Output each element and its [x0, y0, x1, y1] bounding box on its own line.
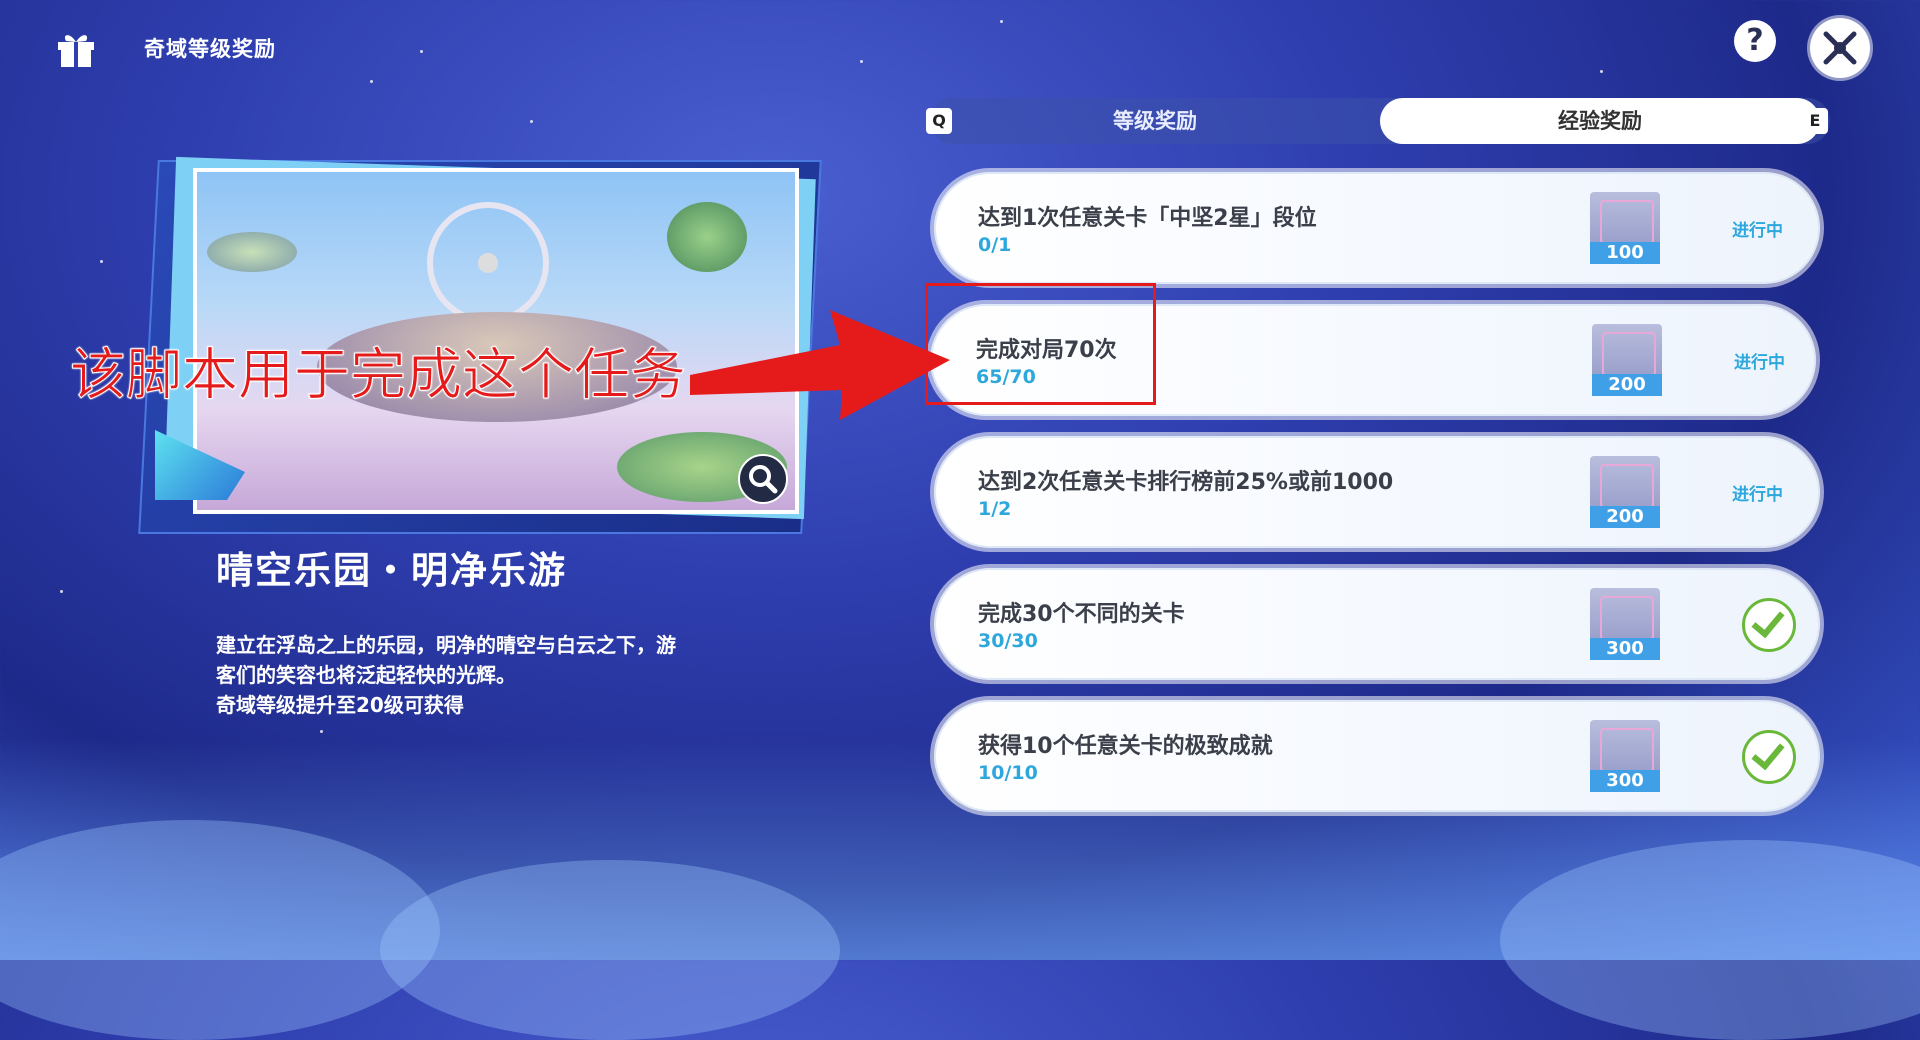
star-icon — [1600, 728, 1654, 772]
page-title: 奇域等级奖励 — [144, 37, 276, 61]
tab-exp-rewards[interactable]: 经验奖励 — [1380, 98, 1820, 144]
key-hint-e: E — [1802, 108, 1828, 134]
task-progress: 0/1 — [978, 234, 1012, 256]
ferris-wheel-illustration — [427, 202, 549, 324]
task-title: 达到1次任意关卡「中坚2星」段位 — [978, 206, 1317, 231]
star-icon — [1600, 200, 1654, 244]
annotation-text: 该脚本用于完成这个任务 — [70, 343, 687, 409]
exp-value: 300 — [1590, 770, 1660, 792]
exp-value: 200 — [1590, 506, 1660, 528]
exp-value: 300 — [1590, 638, 1660, 660]
reward-name: 晴空乐园・明净乐游 — [216, 549, 567, 592]
task-title: 完成30个不同的关卡 — [978, 602, 1185, 627]
close-icon — [1823, 31, 1857, 65]
exp-value: 200 — [1592, 374, 1662, 396]
task-row: 获得10个任意关卡的极致成就 10/10 300 — [934, 700, 1820, 812]
exp-badge: 300 — [1590, 720, 1660, 792]
task-row: 完成30个不同的关卡 30/30 300 — [934, 568, 1820, 680]
check-icon — [1742, 730, 1796, 784]
search-icon — [749, 465, 778, 494]
reward-unlock-condition: 奇域等级提升至20级可获得 — [216, 693, 464, 717]
task-row: 达到1次任意关卡「中坚2星」段位 0/1 100 进行中 — [934, 172, 1820, 284]
task-title: 达到2次任意关卡排行榜前25%或前1000 — [978, 470, 1394, 495]
star-icon — [1600, 464, 1654, 508]
task-status: 进行中 — [1734, 353, 1785, 373]
tab-level-rewards[interactable]: 等级奖励 — [940, 98, 1370, 144]
exp-badge: 100 — [1590, 192, 1660, 264]
task-status: 进行中 — [1732, 485, 1783, 505]
close-button[interactable] — [1810, 18, 1870, 78]
task-progress: 30/30 — [978, 630, 1038, 652]
task-row: 达到2次任意关卡排行榜前25%或前1000 1/2 200 进行中 — [934, 436, 1820, 548]
tab-bar: 等级奖励 经验奖励 — [930, 98, 1830, 144]
cloud — [380, 860, 840, 1040]
star-icon — [1602, 332, 1656, 376]
exp-badge: 300 — [1590, 588, 1660, 660]
gift-icon — [58, 35, 94, 67]
check-icon — [1742, 598, 1796, 652]
reward-description-line: 客们的笑容也将泛起轻快的光辉。 — [216, 663, 516, 687]
island-illustration — [207, 232, 297, 272]
exp-badge: 200 — [1590, 456, 1660, 528]
task-progress: 10/10 — [978, 762, 1038, 784]
task-status: 进行中 — [1732, 221, 1783, 241]
key-hint-q: Q — [926, 108, 952, 134]
help-button[interactable]: ? — [1734, 20, 1776, 62]
exp-value: 100 — [1590, 242, 1660, 264]
zoom-button[interactable] — [738, 454, 788, 504]
task-title: 获得10个任意关卡的极致成就 — [978, 734, 1273, 759]
reward-description-line: 建立在浮岛之上的乐园，明净的晴空与白云之下，游 — [216, 633, 676, 657]
reward-description: 建立在浮岛之上的乐园，明净的晴空与白云之下，游 客们的笑容也将泛起轻快的光辉。 … — [216, 630, 776, 720]
red-arrow-icon — [690, 310, 950, 420]
task-progress: 1/2 — [978, 498, 1012, 520]
star-icon — [1600, 596, 1654, 640]
exp-badge: 200 — [1592, 324, 1662, 396]
island-illustration — [667, 202, 747, 272]
